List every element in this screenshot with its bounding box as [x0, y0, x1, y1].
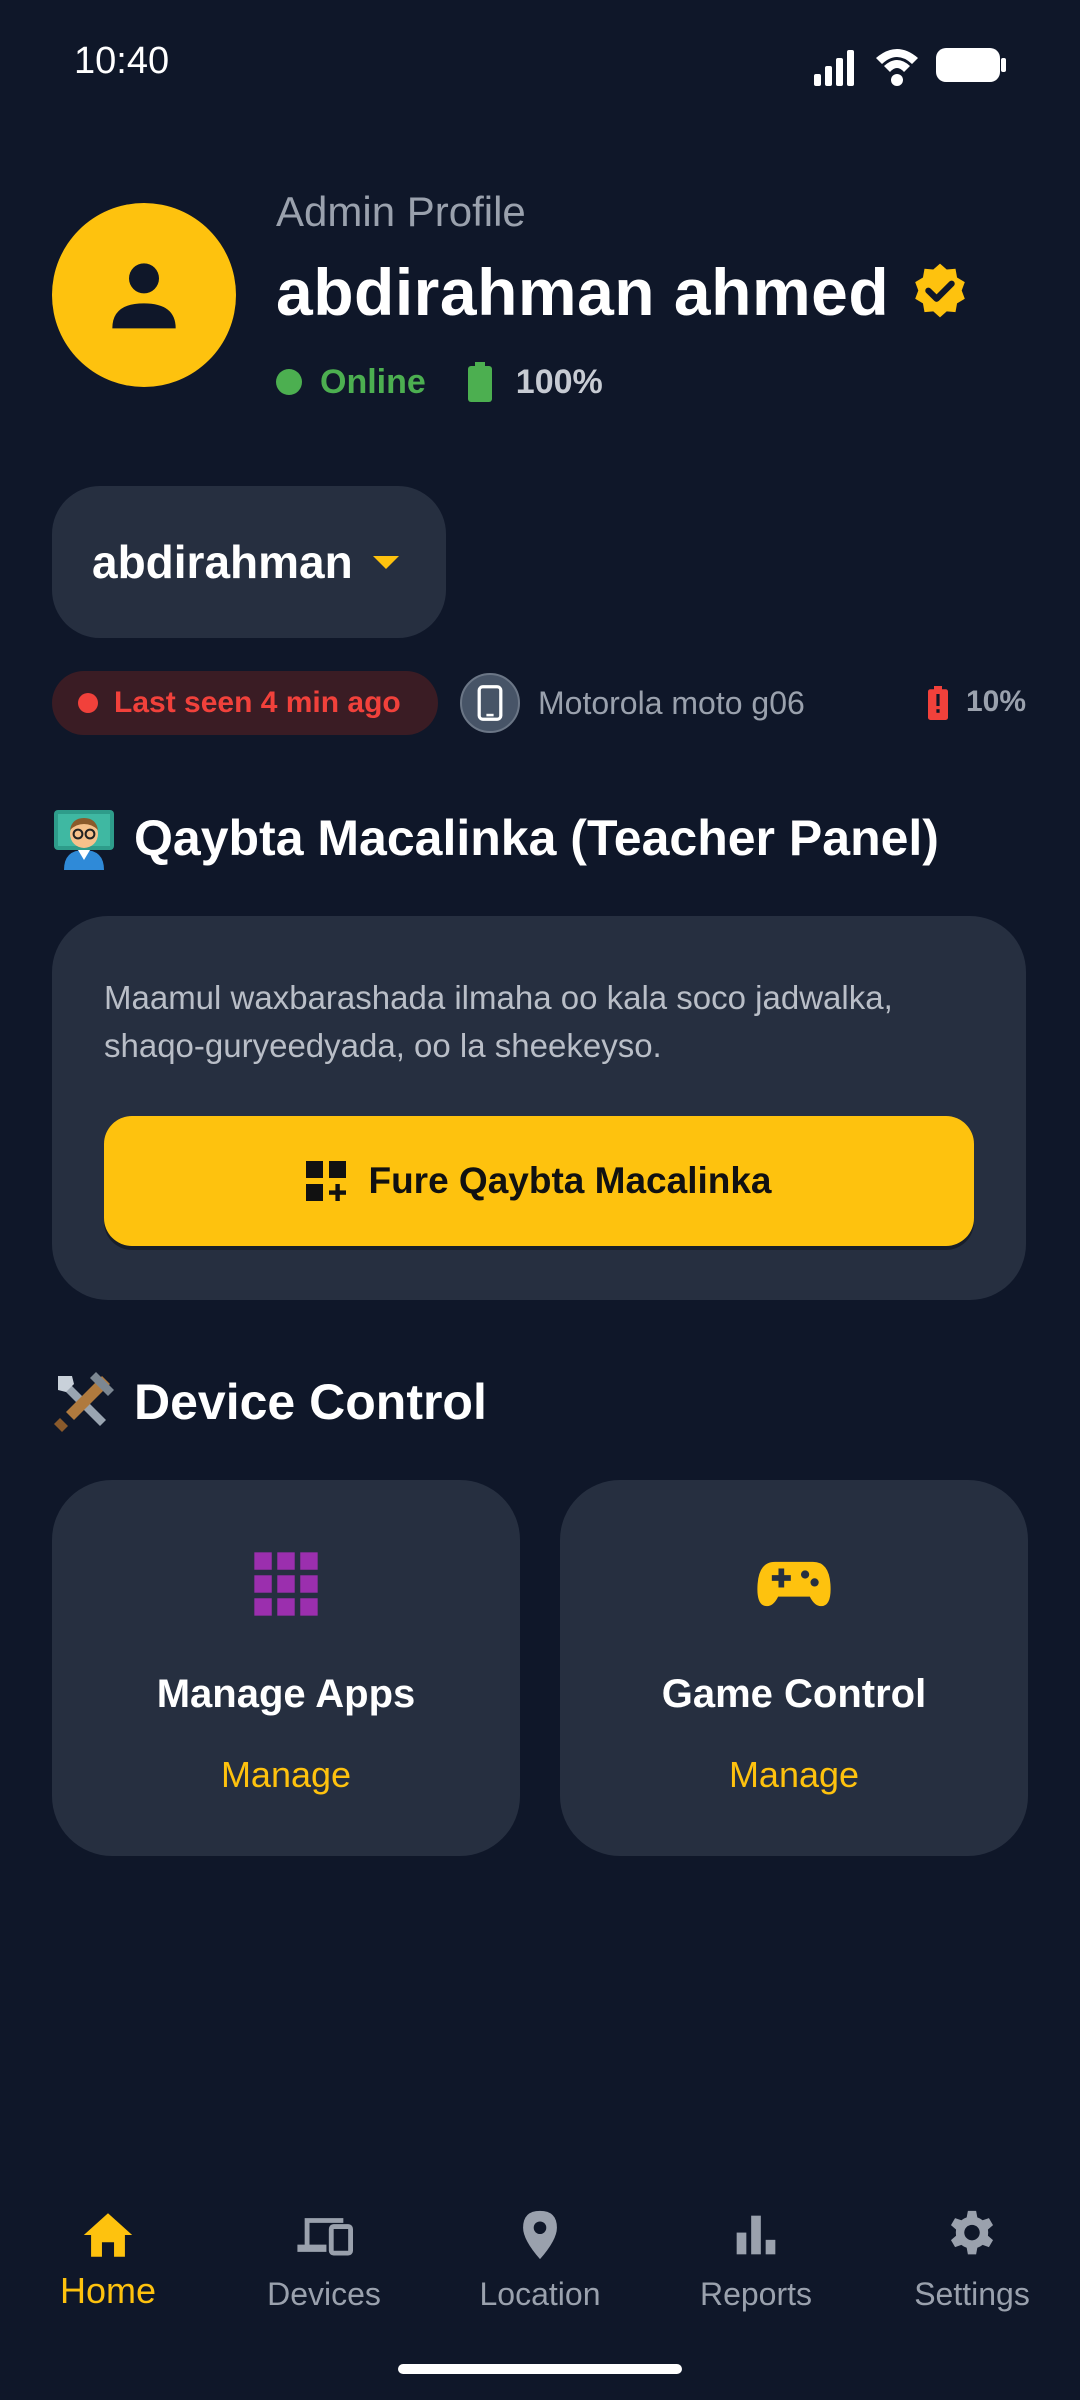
- device-selector-value: abdirahman: [92, 536, 353, 588]
- game-control-link[interactable]: Manage: [560, 1754, 1028, 1796]
- nav-home[interactable]: Home: [8, 2206, 208, 2312]
- nav-home-label: Home: [59, 2270, 157, 2311]
- signal-icon: [814, 50, 854, 86]
- location-pin-icon: [523, 2210, 557, 2260]
- device-selector-dropdown[interactable]: abdirahman: [52, 486, 446, 638]
- game-control-card[interactable]: Game Control Manage: [560, 1480, 1028, 1856]
- verified-badge-icon: [915, 263, 965, 318]
- manage-apps-link[interactable]: Manage: [52, 1754, 520, 1796]
- teacher-panel-heading: Qaybta Macalinka (Teacher Panel): [52, 806, 939, 870]
- profile-name: abdirahman ahmed: [276, 255, 890, 329]
- online-status: Online: [320, 362, 426, 401]
- last-seen-text: Last seen 4 min ago: [114, 686, 401, 719]
- phone-badge: [460, 673, 520, 733]
- status-time: 10:40: [74, 40, 170, 82]
- bottom-navigation: Home Devices Location Reports Settings: [0, 2180, 1080, 2340]
- last-seen-chip: Last seen 4 min ago: [52, 671, 438, 735]
- profile-battery-level: 100%: [515, 362, 603, 401]
- wifi-icon: [876, 49, 918, 86]
- dashboard-add-icon: [306, 1161, 347, 1201]
- teacher-panel-description: Maamul waxbarashada ilmaha oo kala soco …: [104, 979, 893, 1064]
- nav-devices[interactable]: Devices: [224, 2206, 424, 2313]
- battery-alert-icon: [928, 686, 948, 720]
- open-teacher-panel-button[interactable]: Fure Qaybta Macalinka: [104, 1116, 974, 1246]
- teacher-panel-card: Maamul waxbarashada ilmaha oo kala soco …: [52, 916, 1026, 1300]
- game-control-title: Game Control: [661, 1672, 927, 1716]
- devices-icon: [297, 2218, 353, 2256]
- caret-down-icon: [372, 555, 399, 569]
- bar-chart-icon: [736, 2215, 776, 2255]
- teacher-emoji-icon: [54, 810, 114, 870]
- profile-role-label: Admin Profile: [276, 188, 526, 235]
- nav-devices-label: Devices: [267, 2276, 381, 2312]
- battery-full-icon: [467, 362, 492, 402]
- teacher-panel-title: Qaybta Macalinka (Teacher Panel): [134, 810, 939, 866]
- nav-settings-label: Settings: [914, 2276, 1030, 2312]
- apps-grid-icon: [254, 1552, 318, 1616]
- person-icon: [112, 263, 176, 329]
- profile-name-row: abdirahman ahmed: [276, 252, 971, 332]
- offline-dot: [78, 693, 98, 713]
- nav-settings[interactable]: Settings: [872, 2206, 1072, 2313]
- status-icons: [814, 48, 1006, 86]
- nav-location[interactable]: Location: [440, 2206, 640, 2313]
- open-teacher-panel-label: Fure Qaybta Macalinka: [368, 1160, 772, 1201]
- gamepad-icon: [757, 1561, 831, 1607]
- smartphone-icon: [477, 685, 503, 721]
- device-control-title: Device Control: [134, 1374, 487, 1430]
- nav-reports-label: Reports: [699, 2276, 813, 2312]
- home-indicator-bar[interactable]: [398, 2364, 682, 2374]
- online-dot: [276, 369, 302, 395]
- status-row: Online 100%: [276, 358, 603, 406]
- device-control-heading: Device Control: [52, 1370, 487, 1434]
- avatar[interactable]: [52, 203, 236, 387]
- manage-apps-card[interactable]: Manage Apps Manage: [52, 1480, 520, 1856]
- manage-apps-title: Manage Apps: [156, 1672, 416, 1716]
- home-icon: [83, 2213, 133, 2257]
- nav-location-label: Location: [479, 2276, 601, 2312]
- nav-reports[interactable]: Reports: [656, 2206, 856, 2313]
- device-battery-level: 10%: [966, 685, 1027, 718]
- battery-icon: [936, 48, 1006, 82]
- device-model: Motorola moto g06: [538, 685, 805, 721]
- tools-emoji-icon: [54, 1372, 114, 1432]
- gear-icon: [950, 2210, 994, 2255]
